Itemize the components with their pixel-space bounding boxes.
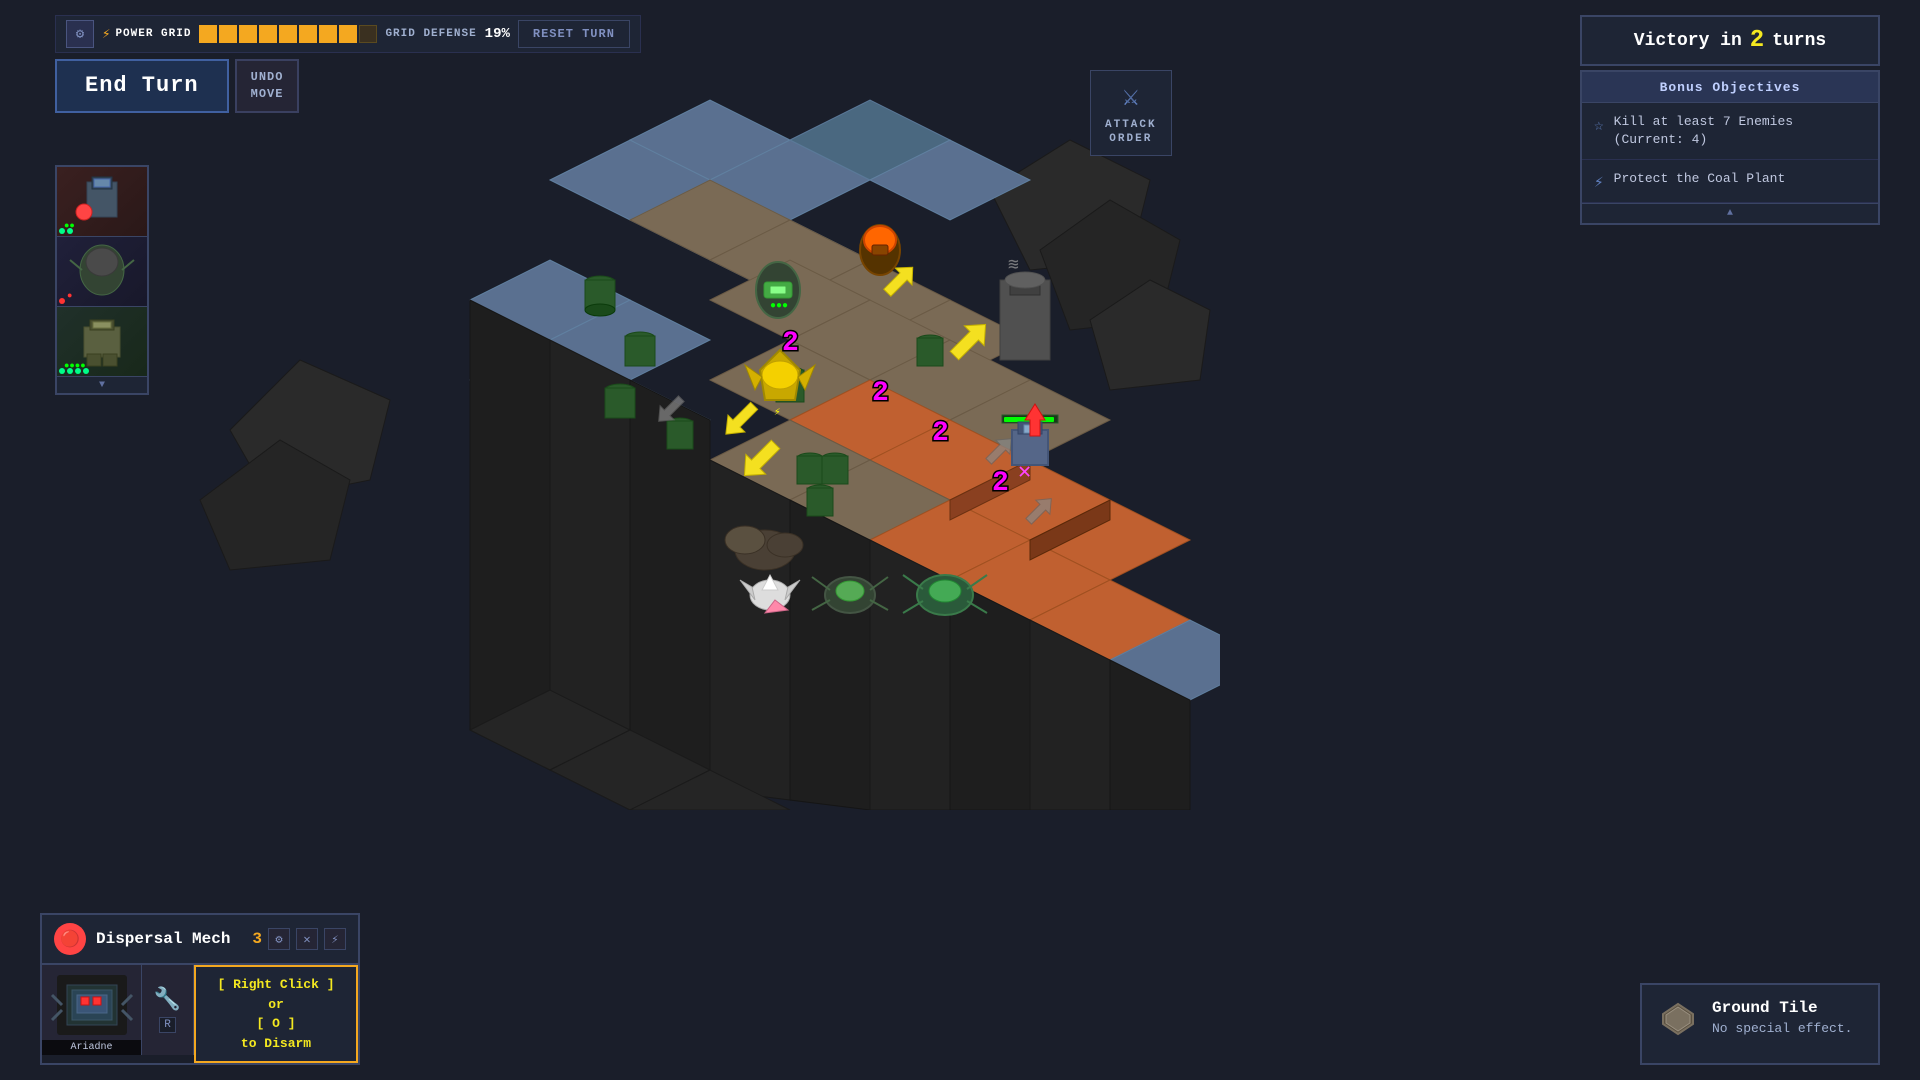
tile-info-text: Ground Tile No special effect.	[1712, 999, 1862, 1036]
badge-lightning-icon: ⚡	[331, 932, 338, 947]
bottom-buttons-row: End Turn UNDOMOVE	[55, 59, 641, 113]
victory-number: 2	[1750, 27, 1764, 54]
grid-defense-label: GRID DEFENSE	[385, 28, 476, 40]
action-key-r: R	[159, 1017, 176, 1033]
power-segments	[199, 25, 377, 43]
svg-text:2: 2	[872, 378, 889, 409]
power-bar-row: ⚙ ⚡ POWER GRID GRID DEFENSE 19% RESET TU…	[55, 15, 641, 53]
tile-icon	[1658, 999, 1698, 1049]
portrait-bg-2: ●	[57, 237, 147, 306]
unit-portrait-label: Ariadne	[42, 1040, 141, 1055]
svg-text:⚡: ⚡	[774, 407, 781, 419]
top-hud: ⚙ ⚡ POWER GRID GRID DEFENSE 19% RESET TU…	[55, 15, 641, 113]
badge-x-icon: ✕	[303, 932, 310, 947]
portrait-item-1[interactable]: ●●	[57, 167, 147, 237]
svg-text:●: ●	[67, 291, 72, 301]
power-seg-2	[219, 25, 237, 43]
victory-suffix: turns	[1772, 31, 1826, 51]
gear-icon: ⚙	[76, 26, 84, 43]
svg-text:●●●: ●●●	[770, 301, 788, 312]
lightning-icon: ⚡	[102, 26, 111, 43]
unit-info-panel: 🔴 Dispersal Mech 3 ⚙ ✕ ⚡	[40, 913, 360, 1065]
end-turn-button[interactable]: End Turn	[55, 59, 229, 113]
bonus-header: Bonus Objectives	[1582, 72, 1878, 103]
settings-button[interactable]: ⚙	[66, 20, 94, 48]
unit-name: Dispersal Mech	[96, 930, 230, 948]
svg-text:≋: ≋	[1008, 256, 1019, 276]
power-seg-4	[259, 25, 277, 43]
svg-text:2: 2	[992, 468, 1009, 499]
wrench-icon: 🔧	[154, 987, 181, 1013]
ind-dot-1	[59, 228, 65, 234]
ind-dot-3d	[83, 368, 89, 374]
power-seg-7	[319, 25, 337, 43]
power-seg-1	[199, 25, 217, 43]
bonus-item-2: ⚡ Protect the Coal Plant	[1582, 160, 1878, 203]
bonus-header-text: Bonus Objectives	[1660, 80, 1801, 95]
power-grid-label: ⚡ POWER GRID	[102, 26, 191, 43]
svg-text:2: 2	[932, 418, 949, 449]
undo-move-button[interactable]: UNDOMOVE	[235, 59, 300, 113]
unit-tooltip-box: [ Right Click ] or [ O ] to Disarm	[194, 965, 358, 1063]
portrait-scroll-indicator[interactable]: ▼	[57, 377, 147, 393]
reset-turn-button[interactable]: RESET TURN	[518, 20, 630, 48]
power-seg-6	[299, 25, 317, 43]
game-canvas: ≋	[0, 0, 1920, 1080]
svg-text:✕: ✕	[1018, 460, 1031, 485]
unit-badge-lightning: ⚡	[324, 928, 346, 950]
star-icon: ☆	[1594, 115, 1604, 135]
ind-dot-red	[59, 298, 65, 304]
unit-tooltip-text: [ Right Click ] or [ O ] to Disarm	[217, 975, 334, 1053]
victory-bar: Victory in 2 turns	[1580, 15, 1880, 66]
portrait-bg-3: ●●●●	[57, 307, 147, 376]
lightning-bonus-icon: ⚡	[1594, 172, 1604, 192]
bonus-text-2: Protect the Coal Plant	[1614, 170, 1786, 188]
unit-header: 🔴 Dispersal Mech 3 ⚙ ✕ ⚡	[40, 913, 360, 963]
portrait-item-3[interactable]: ●●●●	[57, 307, 147, 377]
unit-badge-x: ✕	[296, 928, 318, 950]
unit-actions-row: Ariadne 🔧 R [ Right Click ] or [ O ] to …	[40, 963, 360, 1065]
game-board-svg: ≋	[170, 30, 1220, 810]
badge-gear-icon: ⚙	[275, 932, 282, 947]
scroll-up-button[interactable]: ▲	[1582, 203, 1878, 223]
character-portraits: ●● ●	[55, 165, 149, 395]
portrait-1-indicator	[59, 228, 73, 234]
bonus-item-1: ☆ Kill at least 7 Enemies (Current: 4)	[1582, 103, 1878, 160]
victory-prefix: Victory in	[1634, 31, 1742, 51]
attack-order-label: ATTACK ORDER	[1105, 118, 1157, 147]
bonus-objectives-panel: Bonus Objectives ☆ Kill at least 7 Enemi…	[1580, 70, 1880, 225]
unit-num-badge: 3	[252, 930, 262, 948]
defense-percentage: 19%	[485, 26, 510, 42]
svg-text:2: 2	[782, 328, 799, 359]
board-container: ≋	[170, 30, 1220, 810]
portrait-3-indicator	[59, 368, 89, 374]
power-seg-8	[339, 25, 357, 43]
attack-order-panel: ⚔ ATTACK ORDER	[1090, 70, 1172, 156]
power-seg-3	[239, 25, 257, 43]
unit-icon-emoji: 🔴	[60, 929, 80, 949]
ind-dot-2	[67, 228, 73, 234]
ind-dot-3b	[67, 368, 73, 374]
bonus-text-1: Kill at least 7 Enemies (Current: 4)	[1614, 113, 1866, 149]
ind-dot-3c	[75, 368, 81, 374]
undo-move-label: UNDOMOVE	[251, 70, 284, 101]
power-seg-9	[359, 25, 377, 43]
portrait-bg-1: ●●	[57, 167, 147, 236]
power-seg-5	[279, 25, 297, 43]
ind-dot-3a	[59, 368, 65, 374]
unit-action-wrench[interactable]: 🔧 R	[142, 965, 194, 1055]
tile-info-panel: Ground Tile No special effect.	[1640, 983, 1880, 1065]
unit-portrait-large[interactable]: Ariadne	[42, 965, 142, 1055]
unit-badges: 3 ⚙ ✕ ⚡	[252, 928, 346, 950]
unit-icon: 🔴	[54, 923, 86, 955]
portrait-2-indicator	[59, 298, 65, 304]
tile-description: No special effect.	[1712, 1021, 1862, 1036]
top-right-panel: Victory in 2 turns Bonus Objectives ☆ Ki…	[1580, 15, 1880, 225]
attack-order-icon: ⚔	[1122, 79, 1139, 114]
portrait-item-2[interactable]: ●	[57, 237, 147, 307]
tile-name: Ground Tile	[1712, 999, 1862, 1017]
unit-badge-gear: ⚙	[268, 928, 290, 950]
